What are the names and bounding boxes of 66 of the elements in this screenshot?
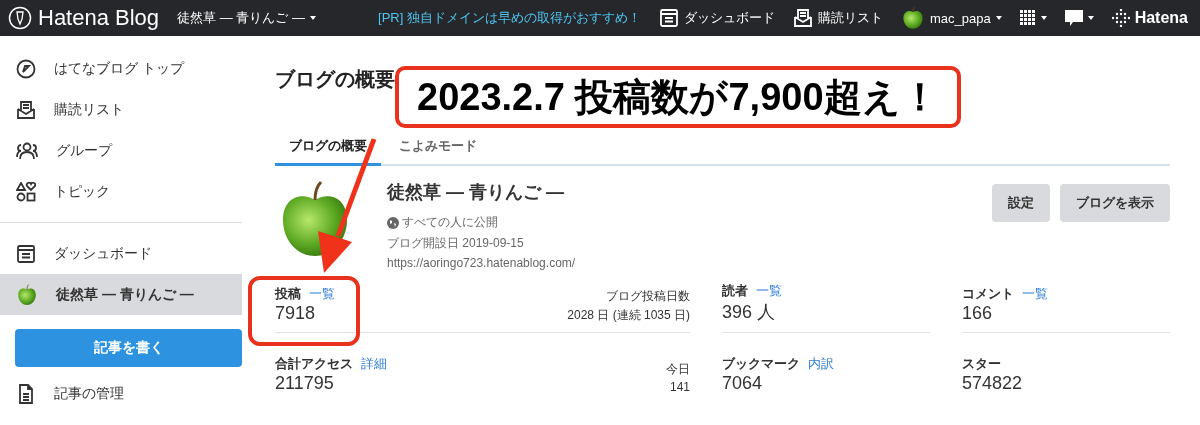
pen-nib-icon — [8, 6, 32, 30]
stat-link[interactable]: 一覧 — [756, 282, 782, 300]
hatena-link[interactable]: Hatena — [1111, 9, 1188, 27]
logo[interactable]: Hatena Blog — [8, 5, 160, 31]
dashboard-icon — [658, 8, 679, 28]
dots-logo-icon — [1111, 9, 1130, 27]
user-menu[interactable]: mac_papa — [900, 6, 1002, 30]
stat-label: コメント — [962, 285, 1014, 303]
blog-name: 徒然草 — 青りんご — — [387, 181, 565, 204]
stat-link[interactable]: 詳細 — [361, 355, 387, 373]
caret-icon — [309, 16, 316, 20]
header-button[interactable]: ブログを表示 — [1060, 184, 1170, 222]
stat-value: 574822 — [962, 373, 1023, 394]
stat-sub-label: 今日 — [666, 361, 690, 378]
annotation-banner: 2023.2.7 投稿数が7,900超え！ — [395, 66, 961, 128]
envelope-icon — [792, 8, 813, 28]
people-icon — [16, 140, 38, 161]
stat-value: 211795 — [275, 373, 335, 394]
sidebar-item[interactable]: ダッシュボード — [0, 233, 242, 274]
stat-value: 396 人 — [722, 301, 777, 324]
topbar-link[interactable]: ダッシュボード — [658, 8, 775, 28]
caret-icon — [1087, 16, 1094, 20]
apps-menu[interactable] — [1019, 10, 1047, 26]
stat-value: 166 — [962, 303, 994, 324]
sidebar-item[interactable]: はてなブログ トップ — [0, 48, 242, 89]
stat-label: 読者 — [722, 282, 748, 300]
sidebar-item[interactable]: グループ — [0, 130, 242, 171]
stat-link[interactable]: 一覧 — [309, 285, 335, 303]
document-icon — [16, 383, 36, 404]
blog-url[interactable]: https://aoringo723.hatenablog.com/ — [387, 256, 960, 270]
stat-label: 投稿 — [275, 285, 301, 303]
sidebar-item[interactable]: 徒然草 — 青りんご — — [0, 274, 242, 315]
caret-icon — [995, 16, 1002, 20]
dashboard-icon — [16, 243, 36, 264]
header-button[interactable]: 設定 — [992, 184, 1050, 222]
blog-selector[interactable]: 徒然草 — 青りんご — — [177, 9, 316, 27]
notifications-menu[interactable] — [1064, 10, 1094, 26]
envelope-icon — [16, 99, 36, 120]
created-date: ブログ開設日 2019-09-15 — [387, 235, 525, 252]
stat-sub-value: 2028 日 (連続 1035 日) — [567, 307, 690, 324]
stat-link[interactable]: 一覧 — [1022, 285, 1048, 303]
stat-sub-label: ブログ投稿日数 — [606, 288, 690, 305]
stat-label: 合計アクセス — [275, 355, 353, 373]
globe-icon — [387, 216, 399, 229]
promo-link[interactable]: [PR] 独自ドメインは早めの取得がおすすめ！ — [378, 9, 641, 27]
stat-value: 7918 — [275, 303, 317, 324]
compass-icon — [16, 58, 36, 79]
visibility-text: すべての人に公開 — [402, 214, 498, 231]
caret-icon — [1040, 16, 1047, 20]
grid-icon — [1019, 10, 1036, 26]
sidebar-item[interactable]: トピック — [0, 171, 242, 212]
speech-bubble-icon — [1064, 10, 1083, 26]
stat-value: 7064 — [722, 373, 764, 394]
stat-label: ブックマーク — [722, 355, 800, 373]
apple-icon — [16, 283, 38, 306]
sidebar-item[interactable]: 購読リスト — [0, 89, 242, 130]
tab[interactable]: こよみモード — [385, 131, 491, 166]
shapes-icon — [16, 181, 36, 202]
apple-icon — [900, 6, 925, 30]
topbar-link[interactable]: 購読リスト — [792, 8, 883, 28]
stat-sub-value: 141 — [669, 380, 690, 394]
stat-link[interactable]: 内訳 — [808, 355, 834, 373]
stat-label: スター — [962, 355, 1001, 373]
page-title: ブログの概要 — [275, 67, 396, 92]
sidebar-item[interactable]: 記事の管理 — [0, 373, 242, 414]
tab[interactable]: ブログの概要 — [275, 131, 381, 166]
